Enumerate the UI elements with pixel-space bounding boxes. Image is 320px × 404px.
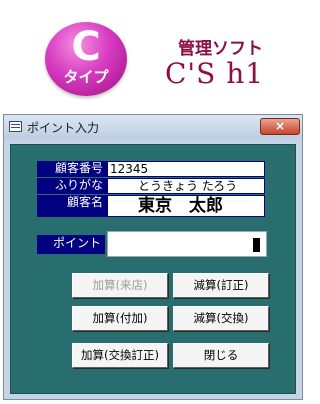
close-window-button[interactable]: × <box>260 118 300 135</box>
form-icon <box>9 121 22 132</box>
customer-number-field[interactable]: 12345 <box>107 161 265 177</box>
window-title: ポイント入力 <box>27 121 100 135</box>
add-grant-button[interactable]: 加算(付加) <box>72 306 168 331</box>
point-input-window: ポイント入力 × 顧客番号 12345 ふりがな とうきょう たろう 顧客名 東… <box>3 114 303 400</box>
points-label: ポイント <box>37 235 105 254</box>
furigana-field[interactable]: とうきょう たろう <box>107 178 265 194</box>
furigana-label: ふりがな <box>37 178 107 194</box>
product-subtitle: 管理ソフト <box>178 39 263 59</box>
title-bar[interactable]: ポイント入力 × <box>4 115 302 139</box>
close-button[interactable]: 閉じる <box>173 343 269 368</box>
c-type-badge: C タイプ <box>45 22 127 96</box>
points-input[interactable] <box>107 231 267 257</box>
add-not-visited-button[interactable]: 加算(来店) <box>72 273 168 298</box>
form-client-area: 顧客番号 12345 ふりがな とうきょう たろう 顧客名 東京 太郎 ポイント… <box>10 144 296 394</box>
product-logo: C'S h1 <box>165 57 265 90</box>
badge-letter: C <box>71 24 101 70</box>
subtract-correction-button[interactable]: 減算(訂正) <box>173 273 269 298</box>
customer-name-label: 顧客名 <box>37 195 107 217</box>
customer-number-label: 顧客番号 <box>37 161 107 177</box>
add-exchange-correction-button[interactable]: 加算(交換訂正) <box>72 343 168 368</box>
subtract-exchange-button[interactable]: 減算(交換) <box>173 306 269 331</box>
text-cursor <box>253 238 260 252</box>
badge-type-label: タイプ <box>63 68 109 86</box>
customer-name-field[interactable]: 東京 太郎 <box>107 195 265 217</box>
